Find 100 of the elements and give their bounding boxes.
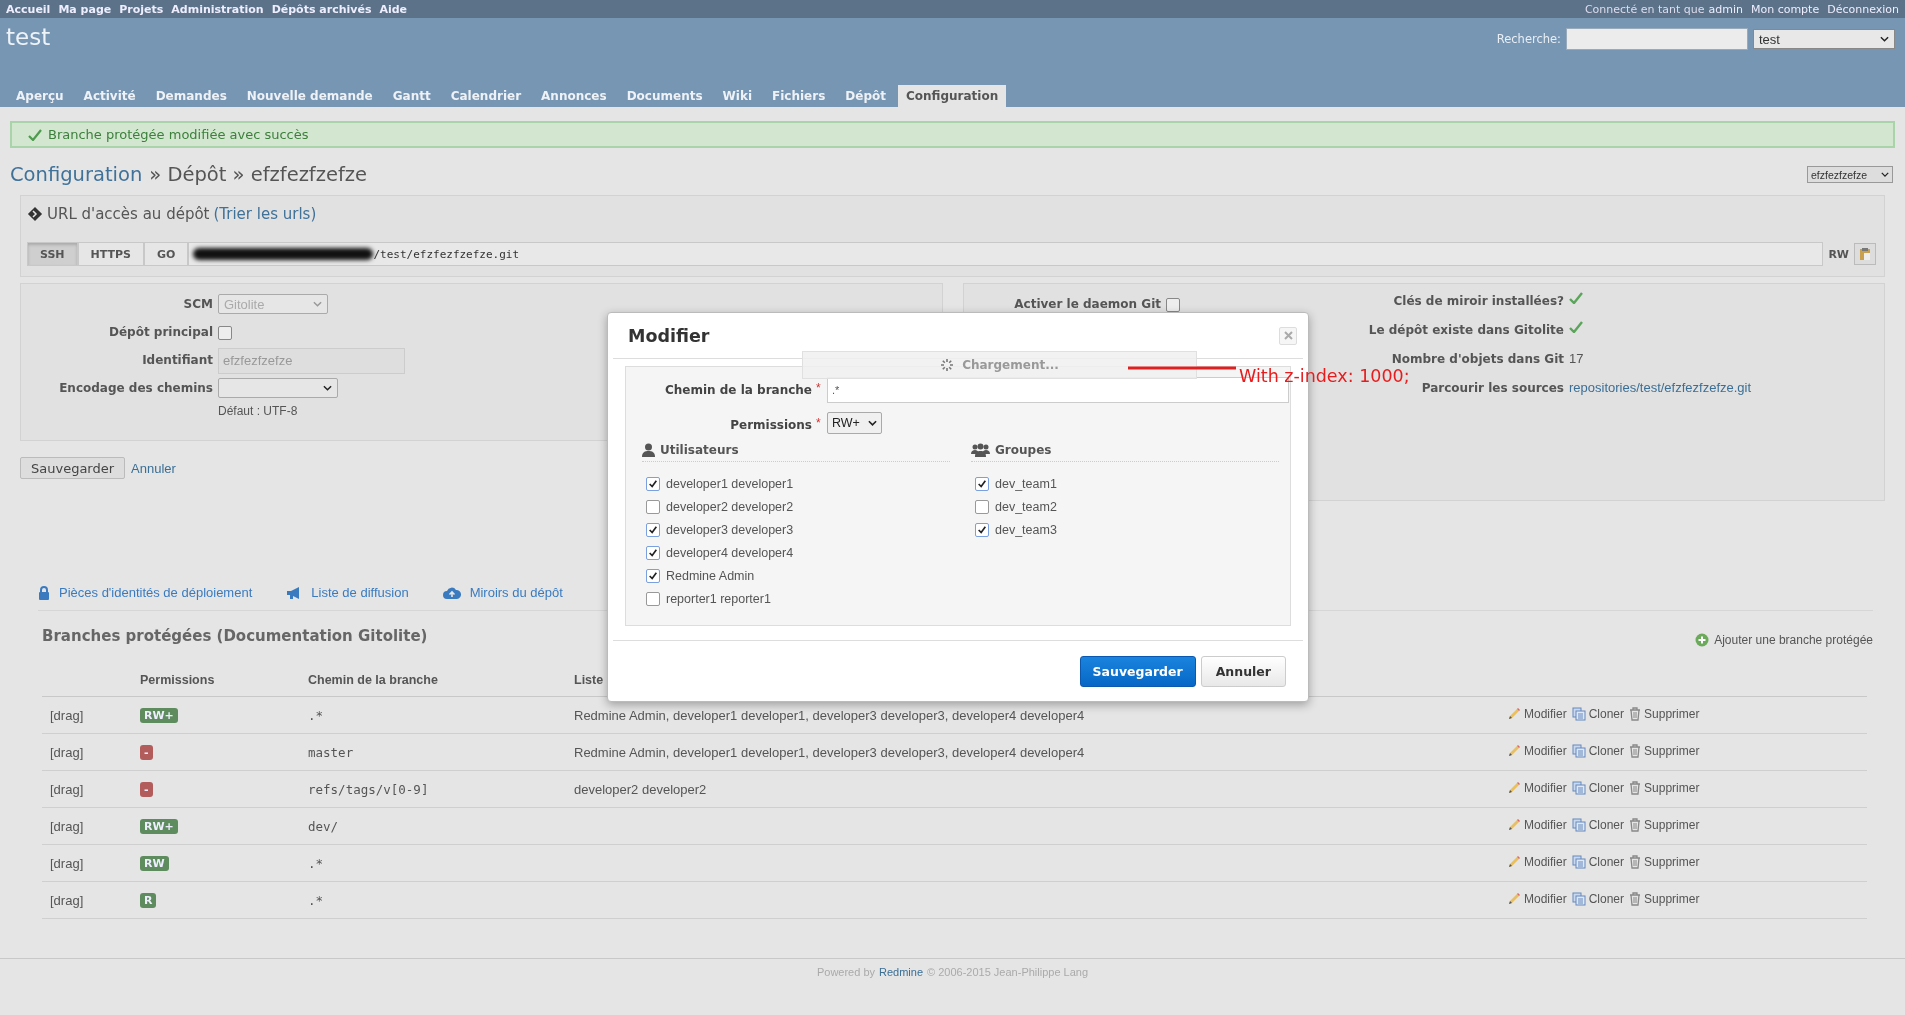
close-button[interactable] xyxy=(1279,326,1297,345)
search-field[interactable] xyxy=(1566,28,1748,50)
delete-link[interactable]: Supprimer xyxy=(1629,854,1700,869)
pencil-icon xyxy=(1507,817,1521,832)
dialog-save-button[interactable]: Sauvegarder xyxy=(1079,655,1196,687)
protocol-tab[interactable]: GO xyxy=(144,242,189,266)
delete-link[interactable]: Supprimer xyxy=(1629,706,1700,721)
delete-link[interactable]: Supprimer xyxy=(1629,817,1700,832)
clone-link[interactable]: Cloner xyxy=(1571,743,1625,758)
clone-link[interactable]: Cloner xyxy=(1571,854,1625,869)
permission-badge: RW+ xyxy=(140,819,178,834)
redmine-link[interactable]: Redmine xyxy=(879,966,924,978)
spinner-icon xyxy=(940,358,955,372)
checkmark-icon xyxy=(28,128,42,141)
top-menu-link[interactable]: Accueil xyxy=(6,2,51,16)
top-menu-link[interactable]: Dépôts archivés xyxy=(271,2,372,16)
edit-link[interactable]: Modifier xyxy=(1507,743,1567,758)
edit-link[interactable]: Modifier xyxy=(1507,706,1567,721)
user-link[interactable]: admin xyxy=(1708,2,1743,16)
trash-icon xyxy=(1629,891,1642,906)
required-mark: * xyxy=(815,415,822,430)
copy-icon xyxy=(1571,780,1586,795)
protocol-tab[interactable]: SSH xyxy=(27,242,78,266)
checkbox-label: reporter1 reporter1 xyxy=(666,591,771,606)
field-label: Identifiant xyxy=(141,352,214,369)
delete-link[interactable]: Supprimer xyxy=(1629,780,1700,795)
field-label: Chemin de la branche xyxy=(663,382,812,397)
clone-link[interactable]: Cloner xyxy=(1571,817,1625,832)
checkbox[interactable] xyxy=(1166,298,1180,312)
info-label: Nombre d'objets dans Git xyxy=(1390,351,1564,368)
info-value: 17 xyxy=(1569,350,1584,368)
checkbox[interactable] xyxy=(646,545,660,560)
checkbox[interactable] xyxy=(975,499,989,514)
drag-handle[interactable]: [drag] xyxy=(50,781,84,797)
select-field[interactable] xyxy=(218,378,338,398)
clipboard-button[interactable] xyxy=(1854,243,1876,265)
top-menu-link[interactable]: Déconnexion xyxy=(1827,2,1899,16)
checkbox-label: developer4 developer4 xyxy=(666,545,794,560)
nav-tab[interactable]: Configuration xyxy=(898,85,1007,107)
lock-icon xyxy=(38,585,50,600)
checkbox[interactable] xyxy=(646,591,660,606)
top-menu-link[interactable]: Administration xyxy=(171,2,264,16)
top-menu-link[interactable]: Mon compte xyxy=(1750,2,1820,16)
protocol-tab[interactable]: HTTPS xyxy=(77,242,144,266)
delete-link[interactable]: Supprimer xyxy=(1629,743,1700,758)
top-menu-link[interactable]: Projets xyxy=(119,2,164,16)
users-list: Redmine Admin, developer1 developer1, developer3 developer3, developer4 developer4 xyxy=(574,707,1085,723)
pencil-icon xyxy=(1507,891,1521,906)
permission-badge: RW+ xyxy=(140,708,178,723)
project-title: test xyxy=(6,24,51,50)
delete-link[interactable]: Supprimer xyxy=(1629,891,1700,906)
sub-tab[interactable]: Pièces d'identités de déploiement xyxy=(38,585,253,600)
dialog-cancel-button[interactable]: Annuler xyxy=(1200,655,1286,687)
clone-link[interactable]: Cloner xyxy=(1571,891,1625,906)
top-menu-link[interactable]: Ma page xyxy=(58,2,112,16)
permissions-select[interactable]: RW+ xyxy=(827,412,882,434)
users-list: Redmine Admin, developer1 developer1, developer3 developer3, developer4 developer4 xyxy=(574,744,1085,760)
repository-select[interactable]: efzfezfzefze xyxy=(1807,166,1893,183)
cancel-link[interactable]: Annuler xyxy=(131,460,176,476)
drag-handle[interactable]: [drag] xyxy=(50,855,84,871)
permission-badge: - xyxy=(140,745,153,760)
checkbox[interactable] xyxy=(975,476,989,491)
column-header: Chemin de la branche xyxy=(308,657,574,697)
checkbox[interactable] xyxy=(975,522,989,537)
checkbox[interactable] xyxy=(646,522,660,537)
drag-handle[interactable]: [drag] xyxy=(50,744,84,760)
checkbox[interactable] xyxy=(646,568,660,583)
branch-path: .* xyxy=(308,892,324,908)
clone-link[interactable]: Cloner xyxy=(1571,706,1625,721)
sub-tab[interactable]: Miroirs du dépôt xyxy=(442,585,563,600)
edit-link[interactable]: Modifier xyxy=(1507,854,1567,869)
sort-urls-link[interactable]: (Trier les urls) xyxy=(213,205,317,223)
project-select[interactable]: test xyxy=(1753,29,1895,49)
url-field[interactable]: /test/efzfezfzefze.git xyxy=(188,242,1824,266)
footer-text: © 2006-2015 Jean-Philippe Lang xyxy=(927,966,1089,978)
drag-handle[interactable]: [drag] xyxy=(50,818,84,834)
hint-text: Défaut : UTF-8 xyxy=(218,404,299,418)
copy-icon xyxy=(1571,706,1586,721)
save-button[interactable]: Sauvegarder xyxy=(20,457,126,479)
sub-tab[interactable]: Liste de diffusion xyxy=(286,585,409,600)
breadcrumb-link[interactable]: Configuration xyxy=(10,163,143,186)
add-protected-branch-link[interactable]: Ajouter une branche protégée xyxy=(1695,625,1873,647)
pencil-icon xyxy=(1507,854,1521,869)
success-text: Branche protégée modifiée avec succès xyxy=(48,127,309,142)
edit-link[interactable]: Modifier xyxy=(1507,817,1567,832)
browse-sources-link[interactable]: repositories/test/efzfezfzefze.git xyxy=(1569,379,1752,397)
permission-badge: - xyxy=(140,782,153,797)
top-menu-link[interactable]: Aide xyxy=(379,2,408,16)
clone-link[interactable]: Cloner xyxy=(1571,780,1625,795)
users-list: developer2 developer2 xyxy=(574,781,707,797)
edit-link[interactable]: Modifier xyxy=(1507,780,1567,795)
edit-link[interactable]: Modifier xyxy=(1507,891,1567,906)
checkbox-label: Redmine Admin xyxy=(666,568,755,583)
checkbox[interactable] xyxy=(646,476,660,491)
branch-path: dev/ xyxy=(308,818,339,834)
drag-handle[interactable]: [drag] xyxy=(50,707,84,723)
drag-handle[interactable]: [drag] xyxy=(50,892,84,908)
add-icon xyxy=(1695,633,1710,647)
checkbox[interactable] xyxy=(218,326,232,340)
checkbox[interactable] xyxy=(646,499,660,514)
